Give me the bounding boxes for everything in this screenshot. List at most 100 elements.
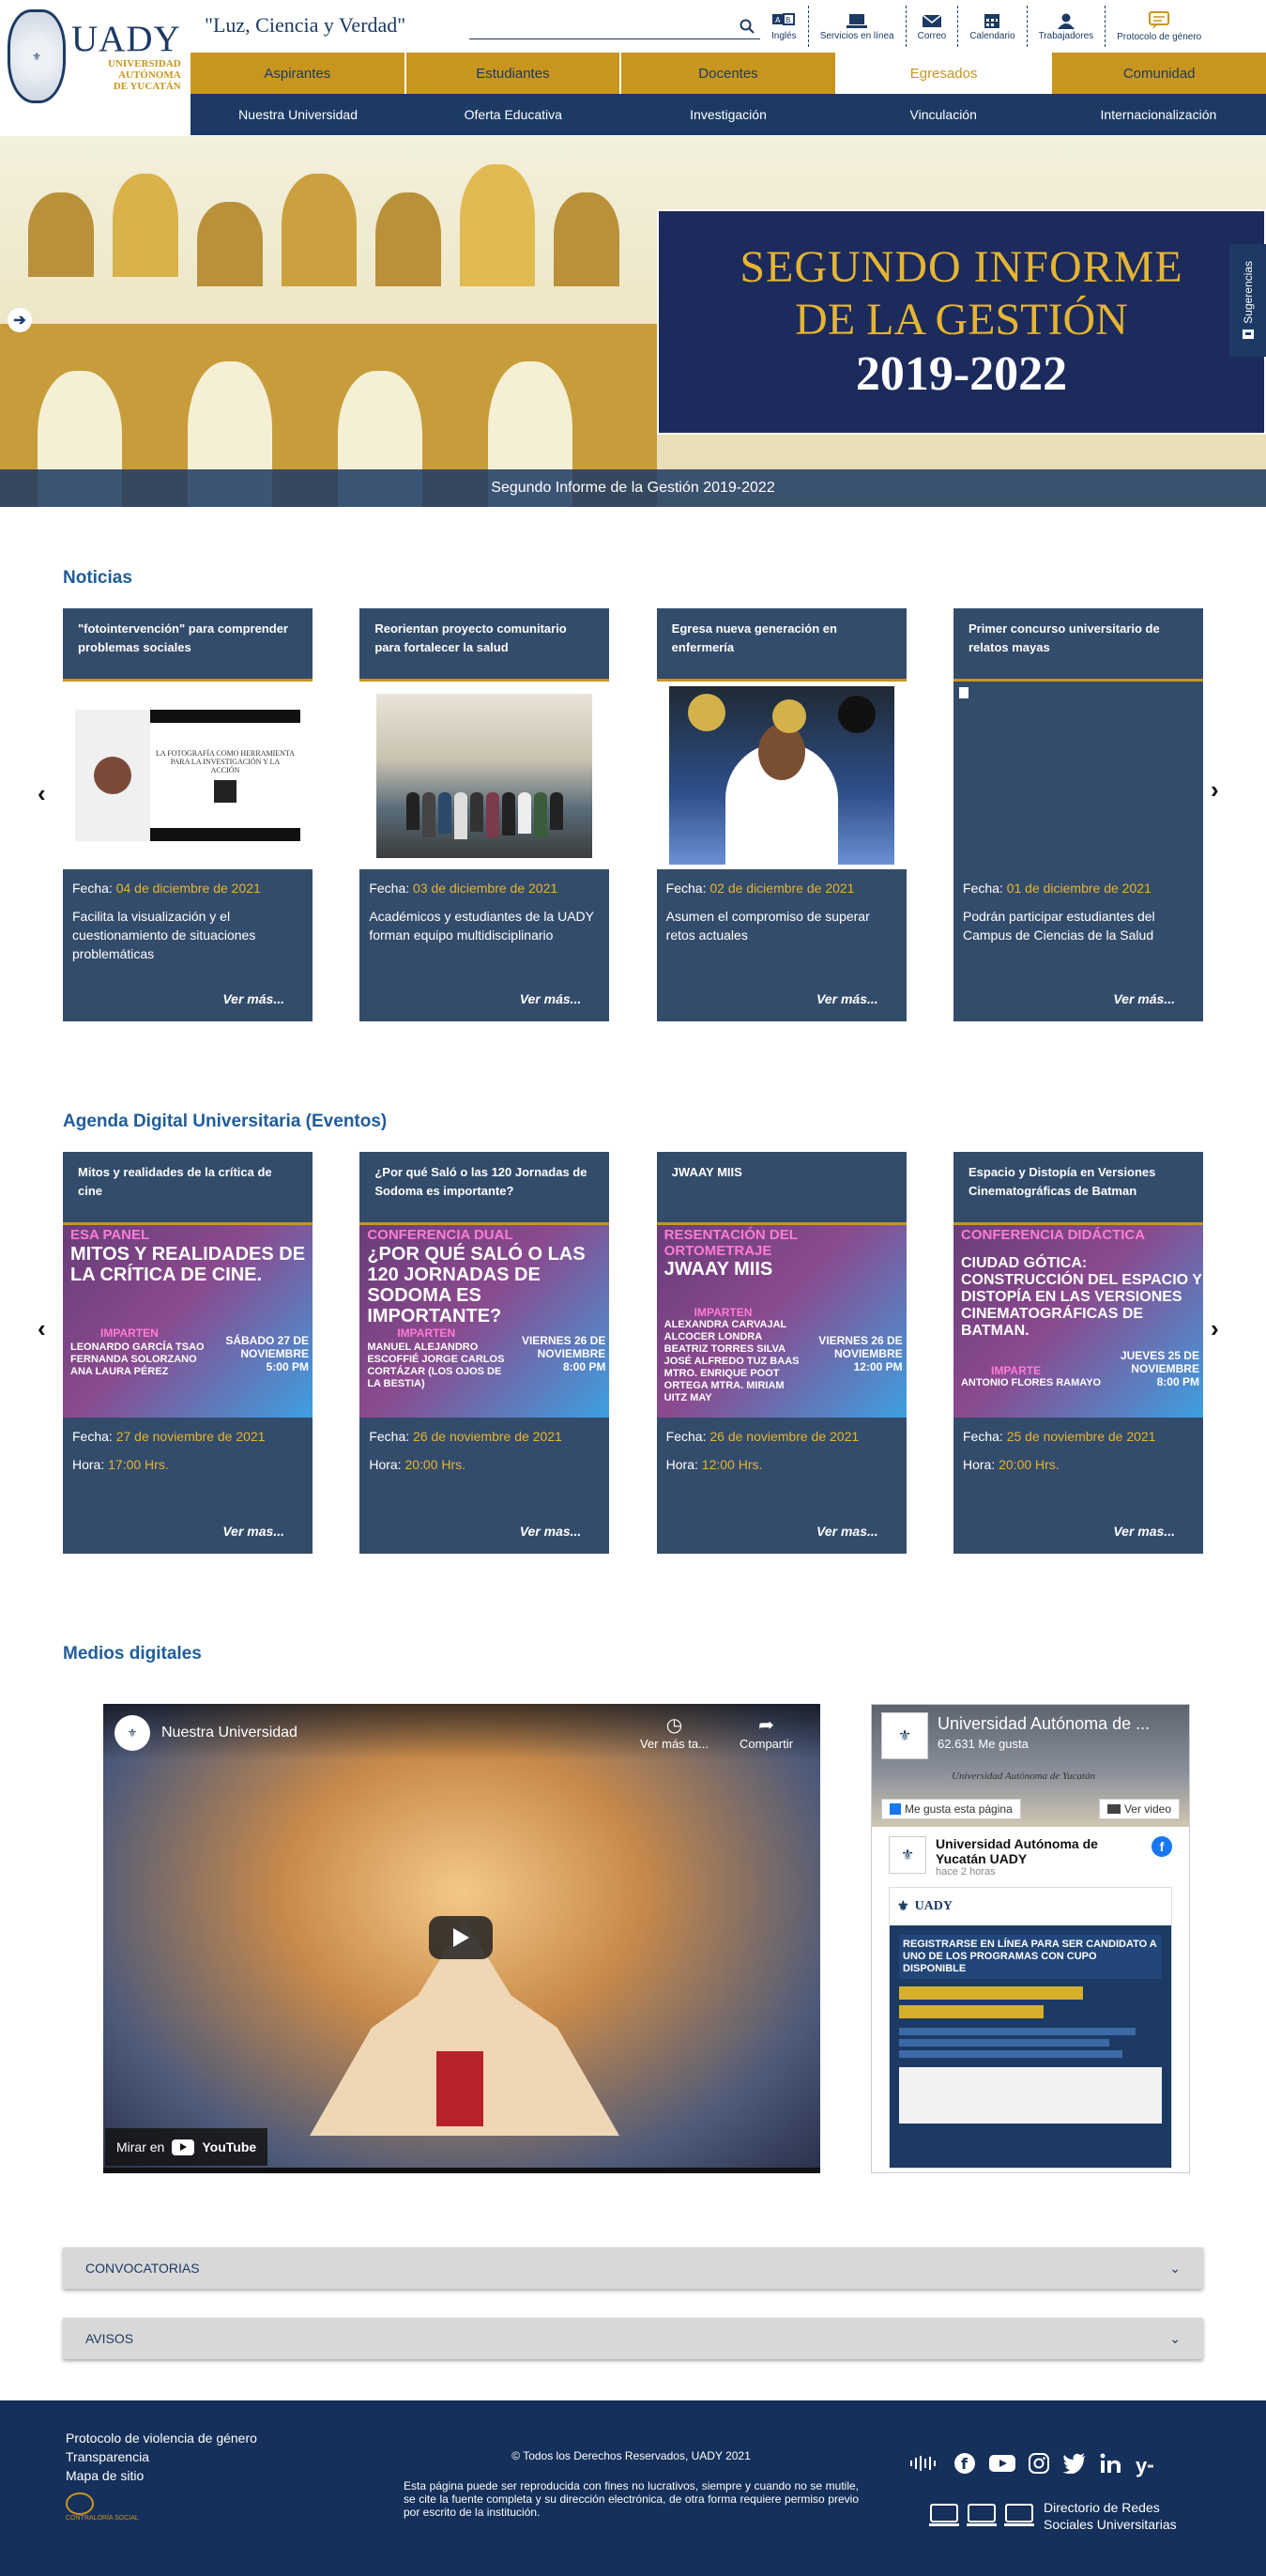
accordion-avisos[interactable]: AVISOS ⌄	[63, 2318, 1203, 2359]
search-icon[interactable]	[734, 15, 760, 38]
event-card[interactable]: Mitos y realidades de la crítica de cine…	[63, 1152, 313, 1554]
topnav-ingles[interactable]: AB Inglés	[760, 6, 808, 47]
contraloria-social-logo[interactable]: CONTRALORÍA SOCIAL	[66, 2492, 257, 2522]
fb-post-avatar[interactable]: ⚜	[889, 1836, 926, 1874]
event-card[interactable]: ¿Por qué Saló o las 120 Jornadas de Sodo…	[359, 1152, 610, 1554]
language-icon: AB	[772, 12, 796, 25]
watch-on-youtube-button[interactable]: Mirar en YouTube	[105, 2128, 268, 2166]
footer-directory[interactable]: Directorio de Redes Sociales Universitar…	[929, 2499, 1184, 2533]
fb-page-name[interactable]: Universidad Autónoma de ...	[938, 1714, 1150, 1734]
hero-prev-arrow-icon[interactable]: ➔	[8, 308, 32, 332]
facebook-icon[interactable]: f	[953, 2452, 976, 2479]
video-title[interactable]: Nuestra Universidad	[161, 1725, 297, 1741]
topnav-servicios[interactable]: Servicios en línea	[807, 6, 906, 47]
news-card-image-text: LA FOTOGRAFÍA COMO HERRAMIENTA PARA LA I…	[156, 748, 295, 774]
topnav-label: Trabajadores	[1038, 30, 1094, 41]
hero-banner[interactable]: SEGUNDO INFORME DE LA GESTIÓN 2019-2022 …	[0, 136, 1266, 507]
event-poster-names: ANTONIO FLORES RAMAYO	[960, 1377, 1102, 1388]
accordion-convocatorias[interactable]: CONVOCATORIAS ⌄	[63, 2247, 1203, 2289]
radio-icon[interactable]	[908, 2455, 940, 2476]
video-call-thumbnail: LA FOTOGRAFÍA COMO HERRAMIENTA PARA LA I…	[75, 710, 300, 841]
laptop-icon	[847, 13, 868, 28]
search-input[interactable]	[469, 14, 734, 38]
share-button[interactable]: ➦ Compartir	[740, 1713, 793, 1751]
nav-aspirantes[interactable]: Aspirantes	[191, 53, 406, 94]
facebook-icon[interactable]: f	[1152, 1836, 1172, 1857]
agenda-next-arrow-icon[interactable]: ›	[1211, 1314, 1219, 1343]
uady-logo[interactable]: ⚜ UADY UNIVERSIDAD AUTÓNOMA DE YUCATÁN	[0, 0, 191, 113]
share-label: Compartir	[740, 1737, 794, 1751]
read-more-link[interactable]: Ver mas...	[520, 1522, 582, 1541]
event-card-date: 25 de noviembre de 2021	[1006, 1429, 1156, 1444]
event-card-time: 17:00 Hrs.	[108, 1457, 169, 1472]
instagram-icon[interactable]	[1029, 2453, 1049, 2478]
facebook-page-widget[interactable]: ⚜ Universidad Autónoma de ... 62.631 Me …	[871, 1704, 1190, 2173]
twitter-icon[interactable]	[1062, 2453, 1087, 2478]
nav-investigacion[interactable]: Investigación	[620, 94, 835, 135]
event-poster: CONFERENCIA DIDÁCTICA CIUDAD GÓTICA: CON…	[953, 1225, 1203, 1418]
flyer-body: REGISTRARSE EN LÍNEA PARA SER CANDIDATO …	[890, 1925, 1171, 2168]
nav-internacionalizacion[interactable]: Internacionalización	[1051, 94, 1266, 135]
chevron-down-icon: ⌄	[1169, 2330, 1181, 2346]
youtube-icon[interactable]	[989, 2454, 1015, 2477]
fb-post-image[interactable]: ⚜ UADY REGISTRARSE EN LÍNEA PARA SER CAN…	[889, 1887, 1172, 2169]
nav-docentes[interactable]: Docentes	[621, 53, 837, 94]
flyer-headline: REGISTRARSE EN LÍNEA PARA SER CANDIDATO …	[899, 1935, 1162, 1979]
fb-page-avatar[interactable]: ⚜	[881, 1712, 928, 1759]
time-label: Hora:	[72, 1457, 105, 1472]
news-card[interactable]: Primer concurso universitario de relatos…	[953, 608, 1203, 1021]
news-card[interactable]: Reorientan proyecto comunitario para for…	[359, 608, 610, 1021]
event-poster-date: JUEVES 25 DE NOVIEMBRE 8:00 PM	[1120, 1349, 1199, 1388]
agenda-heading: Agenda Digital Universitaria (Eventos)	[63, 1112, 388, 1131]
news-card[interactable]: "fotointervención" para comprender probl…	[63, 608, 313, 1021]
event-card-time: 12:00 Hrs.	[701, 1457, 763, 1472]
news-card[interactable]: Egresa nueva generación en enfermería Fe…	[656, 608, 907, 1021]
topnav-correo[interactable]: Correo	[905, 6, 958, 47]
topnav-calendario[interactable]: Calendario	[957, 6, 1026, 47]
agenda-prev-arrow-icon[interactable]: ‹	[38, 1314, 46, 1343]
nav-nuestra-universidad[interactable]: Nuestra Universidad	[191, 94, 405, 135]
youtube-video-player[interactable]: ⚜ Nuestra Universidad ◷ Ver más ta... ➦ …	[103, 1704, 820, 2173]
noticias-next-arrow-icon[interactable]: ›	[1211, 775, 1219, 805]
read-more-link[interactable]: Ver más...	[1113, 989, 1175, 1008]
time-label: Hora:	[369, 1457, 402, 1472]
date-label: Fecha:	[72, 881, 113, 896]
nav-comunidad[interactable]: Comunidad	[1052, 53, 1266, 94]
news-card-image: LA FOTOGRAFÍA COMO HERRAMIENTA PARA LA I…	[63, 682, 313, 869]
nav-estudiantes[interactable]: Estudiantes	[406, 53, 622, 94]
footer-link-transparencia[interactable]: Transparencia	[66, 2449, 257, 2464]
read-more-link[interactable]: Ver mas...	[816, 1522, 878, 1541]
event-poster-headline: ¿POR QUÉ SALÓ O LAS 120 JORNADAS DE SODO…	[367, 1244, 586, 1326]
fb-post-author[interactable]: Universidad Autónoma de Yucatán UADY	[936, 1836, 1142, 1866]
play-button[interactable]	[429, 1916, 493, 1959]
fb-watch-video-button[interactable]: Ver video	[1098, 1799, 1180, 1819]
news-card-date: 02 de diciembre de 2021	[709, 881, 855, 896]
read-more-link[interactable]: Ver mas...	[1113, 1522, 1175, 1541]
news-card-image	[359, 682, 610, 869]
read-more-link[interactable]: Ver más...	[816, 989, 878, 1008]
logo-sub-line: AUTÓNOMA	[118, 69, 181, 81]
footer-link-mapa[interactable]: Mapa de sitio	[66, 2468, 257, 2483]
read-more-link[interactable]: Ver más...	[520, 989, 582, 1008]
nav-vinculacion[interactable]: Vinculación	[836, 94, 1051, 135]
event-card[interactable]: JWAAY MIIS RESENTACIÓN DEL ORTOMETRAJE J…	[656, 1152, 907, 1554]
fb-like-page-button[interactable]: Me gusta esta página	[881, 1799, 1021, 1819]
linkedin-icon[interactable]	[1100, 2453, 1122, 2478]
event-card[interactable]: Espacio y Distopía en Versiones Cinemato…	[953, 1152, 1203, 1554]
topnav-protocolo[interactable]: Protocolo de género	[1105, 6, 1213, 47]
ivoox-icon[interactable]: y⁼	[1136, 2454, 1154, 2478]
noticias-carousel: "fotointervención" para comprender probl…	[63, 608, 1203, 1021]
sugerencias-tab[interactable]: Sugerencias	[1229, 244, 1266, 357]
read-more-link[interactable]: Ver más...	[222, 989, 284, 1008]
nav-oferta-educativa[interactable]: Oferta Educativa	[405, 94, 620, 135]
footer-link-protocolo[interactable]: Protocolo de violencia de género	[66, 2430, 257, 2446]
event-poster-date: VIERNES 26 DE NOVIEMBRE 8:00 PM	[521, 1334, 606, 1373]
watch-later-button[interactable]: ◷ Ver más ta...	[640, 1713, 709, 1751]
nav-egresados[interactable]: Egresados	[836, 53, 1053, 94]
news-card-title: "fotointervención" para comprender probl…	[63, 608, 313, 682]
hero-caption[interactable]: Segundo Informe de la Gestión 2019-2022	[0, 469, 1266, 507]
topnav-trabajadores[interactable]: Trabajadores	[1026, 6, 1106, 47]
noticias-prev-arrow-icon[interactable]: ‹	[38, 779, 46, 808]
read-more-link[interactable]: Ver mas...	[222, 1522, 284, 1541]
channel-avatar[interactable]: ⚜	[114, 1715, 150, 1751]
